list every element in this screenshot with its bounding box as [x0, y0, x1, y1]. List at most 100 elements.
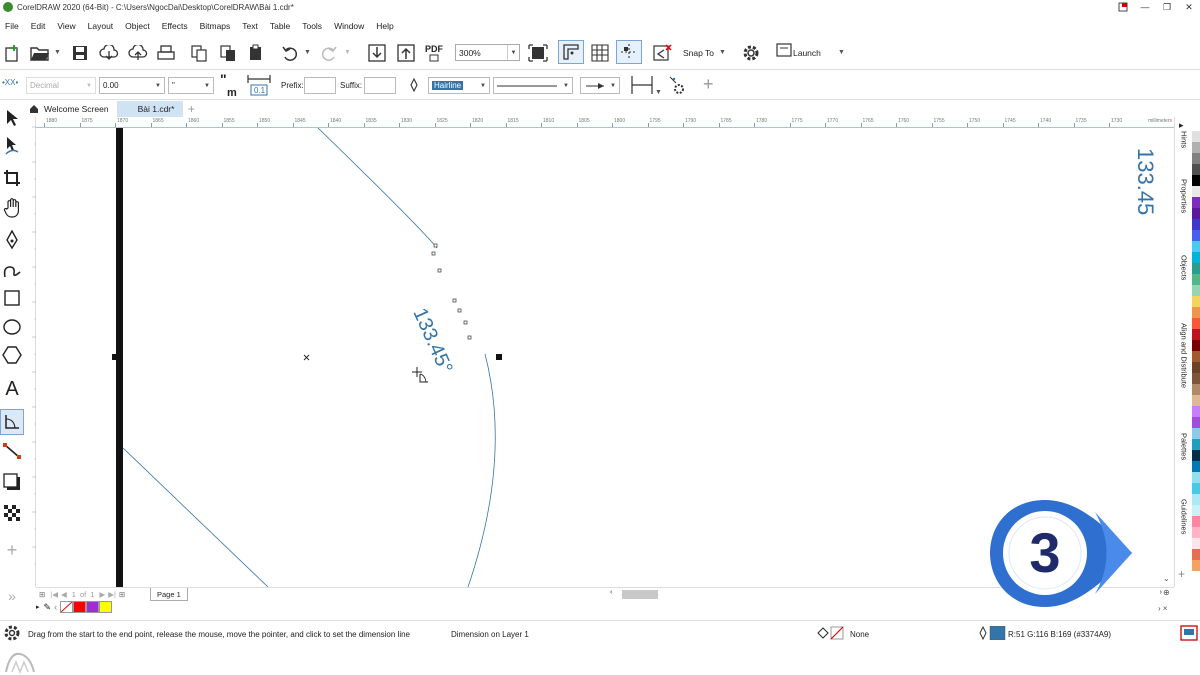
undo-dropdown-icon[interactable]: ▼: [304, 49, 311, 56]
add-tab-icon[interactable]: +: [183, 101, 199, 117]
cloud-upload-icon[interactable]: [125, 41, 151, 65]
suffix-input[interactable]: [364, 77, 396, 94]
eyedropper-icon[interactable]: ✎: [44, 602, 52, 613]
palette-swatch[interactable]: [1192, 450, 1200, 461]
export-icon[interactable]: [393, 41, 419, 65]
line-style-select[interactable]: ▼: [493, 77, 573, 94]
palette-swatch[interactable]: [1192, 208, 1200, 219]
docker-tab-palettes[interactable]: Palettes: [1177, 433, 1191, 460]
palette-swatch[interactable]: [1192, 472, 1200, 483]
color-palette[interactable]: [1192, 120, 1200, 590]
menu-view[interactable]: View: [57, 21, 75, 31]
docker-tab-guidelines[interactable]: Guidelines: [1177, 499, 1191, 534]
palette-swatch[interactable]: [1192, 285, 1200, 296]
palette-swatch[interactable]: [1192, 186, 1200, 197]
palette-swatch[interactable]: [1192, 197, 1200, 208]
palette-swatch[interactable]: [1192, 175, 1200, 186]
launch-dropdown-icon[interactable]: ▼: [838, 49, 845, 56]
page-1-tab[interactable]: Page 1: [150, 588, 188, 601]
first-page-icon[interactable]: |◀: [50, 590, 58, 599]
palette-swatch[interactable]: [1192, 296, 1200, 307]
docker-tab-objects[interactable]: Objects: [1177, 255, 1191, 280]
horizontal-scroll-thumb[interactable]: [622, 590, 658, 599]
palette-swatch[interactable]: [1192, 318, 1200, 329]
dimension-units-select[interactable]: " ▼: [168, 77, 214, 94]
connector-tool-icon[interactable]: [0, 438, 24, 464]
pan-hand-icon[interactable]: [0, 195, 24, 221]
menu-text[interactable]: Text: [242, 21, 258, 31]
docker-tab-properties[interactable]: Properties: [1177, 179, 1191, 213]
palette-swatch[interactable]: [1192, 164, 1200, 175]
dimension-style-select[interactable]: Decimal ▼: [26, 77, 96, 94]
fill-bucket-icon[interactable]: [816, 626, 846, 642]
extension-lines-icon[interactable]: [629, 74, 655, 98]
alignment-guides-icon[interactable]: [649, 41, 675, 65]
snap-to-button[interactable]: Snap To: [683, 48, 714, 58]
tab-document[interactable]: Bài 1.cdr*: [117, 101, 184, 117]
palette-swatch[interactable]: [1192, 120, 1200, 131]
palette-swatch[interactable]: [1192, 428, 1200, 439]
show-units-icon[interactable]: " m: [220, 72, 237, 99]
palette-swatch[interactable]: [1192, 439, 1200, 450]
cut-icon[interactable]: [186, 41, 212, 65]
minimize-icon[interactable]: —: [1134, 0, 1156, 14]
docker-tab-align-distribute[interactable]: Align and Distribute: [1177, 323, 1191, 388]
pick-tool-icon[interactable]: [0, 105, 24, 131]
swatch-red[interactable]: [73, 601, 87, 613]
palette-swatch[interactable]: [1192, 340, 1200, 351]
drop-shadow-tool-icon[interactable]: [0, 469, 24, 495]
docker-add-icon[interactable]: +: [1178, 567, 1185, 581]
import-icon[interactable]: [364, 41, 390, 65]
add-page-icon[interactable]: ⊞: [119, 590, 125, 599]
curve-tool-icon[interactable]: [0, 256, 24, 282]
menu-object[interactable]: Object: [125, 21, 150, 31]
extension-dropdown-icon[interactable]: ▼: [655, 89, 662, 96]
open-folder-icon[interactable]: [27, 41, 53, 65]
launch-button[interactable]: Launch: [793, 48, 821, 58]
close-icon[interactable]: ✕: [1178, 0, 1200, 14]
menu-file[interactable]: File: [5, 21, 19, 31]
palette-swatch[interactable]: [1192, 560, 1200, 571]
window-badge-icon[interactable]: [1112, 0, 1134, 14]
palette-scroll-right-icon[interactable]: › ×: [1158, 604, 1168, 613]
palette-swatch[interactable]: [1192, 131, 1200, 142]
add-plus-icon[interactable]: +: [703, 74, 714, 95]
open-dropdown-icon[interactable]: ▼: [54, 49, 61, 56]
current-page-number[interactable]: 1: [72, 590, 76, 599]
swatch-purple[interactable]: [86, 601, 100, 613]
palette-swatch[interactable]: [1192, 538, 1200, 549]
menu-effects[interactable]: Effects: [162, 21, 188, 31]
scroll-down-icon[interactable]: ⌄: [1163, 574, 1170, 583]
publish-pdf-icon[interactable]: PDF: [421, 41, 447, 65]
expand-toolbox-icon[interactable]: »: [0, 583, 24, 609]
selection-handle-left[interactable]: [112, 354, 118, 360]
menu-window[interactable]: Window: [334, 21, 364, 31]
palette-swatch[interactable]: [1192, 395, 1200, 406]
transparency-tool-icon[interactable]: [0, 500, 24, 526]
paste-icon[interactable]: [243, 41, 269, 65]
vertical-ruler[interactable]: [24, 117, 36, 587]
palette-swatch[interactable]: [1192, 406, 1200, 417]
palette-swatch[interactable]: [1192, 516, 1200, 527]
palette-swatch[interactable]: [1192, 549, 1200, 560]
rectangle-tool-icon[interactable]: [0, 285, 24, 311]
show-guidelines-icon[interactable]: [616, 40, 642, 64]
palette-swatch[interactable]: [1192, 252, 1200, 263]
crop-tool-icon[interactable]: [0, 165, 24, 191]
pen-tool-icon[interactable]: [0, 227, 24, 253]
polygon-tool-icon[interactable]: [0, 342, 24, 368]
palette-swatch[interactable]: [1192, 241, 1200, 252]
new-document-icon[interactable]: [0, 41, 26, 65]
palette-scroll-left-icon[interactable]: ‹: [54, 602, 57, 612]
menu-bitmaps[interactable]: Bitmaps: [200, 21, 231, 31]
menu-layout[interactable]: Layout: [88, 21, 114, 31]
redo-icon[interactable]: [316, 41, 342, 65]
docker-collapse-icon[interactable]: ▸: [1179, 120, 1184, 131]
outline-pen-icon[interactable]: [979, 625, 1007, 642]
palette-swatch[interactable]: [1192, 274, 1200, 285]
dimension-tool-icon[interactable]: [0, 409, 24, 435]
palette-swatch[interactable]: [1192, 373, 1200, 384]
palette-swatch[interactable]: [1192, 153, 1200, 164]
palette-swatch[interactable]: [1192, 263, 1200, 274]
scroll-right-icon[interactable]: ›: [1160, 589, 1162, 596]
